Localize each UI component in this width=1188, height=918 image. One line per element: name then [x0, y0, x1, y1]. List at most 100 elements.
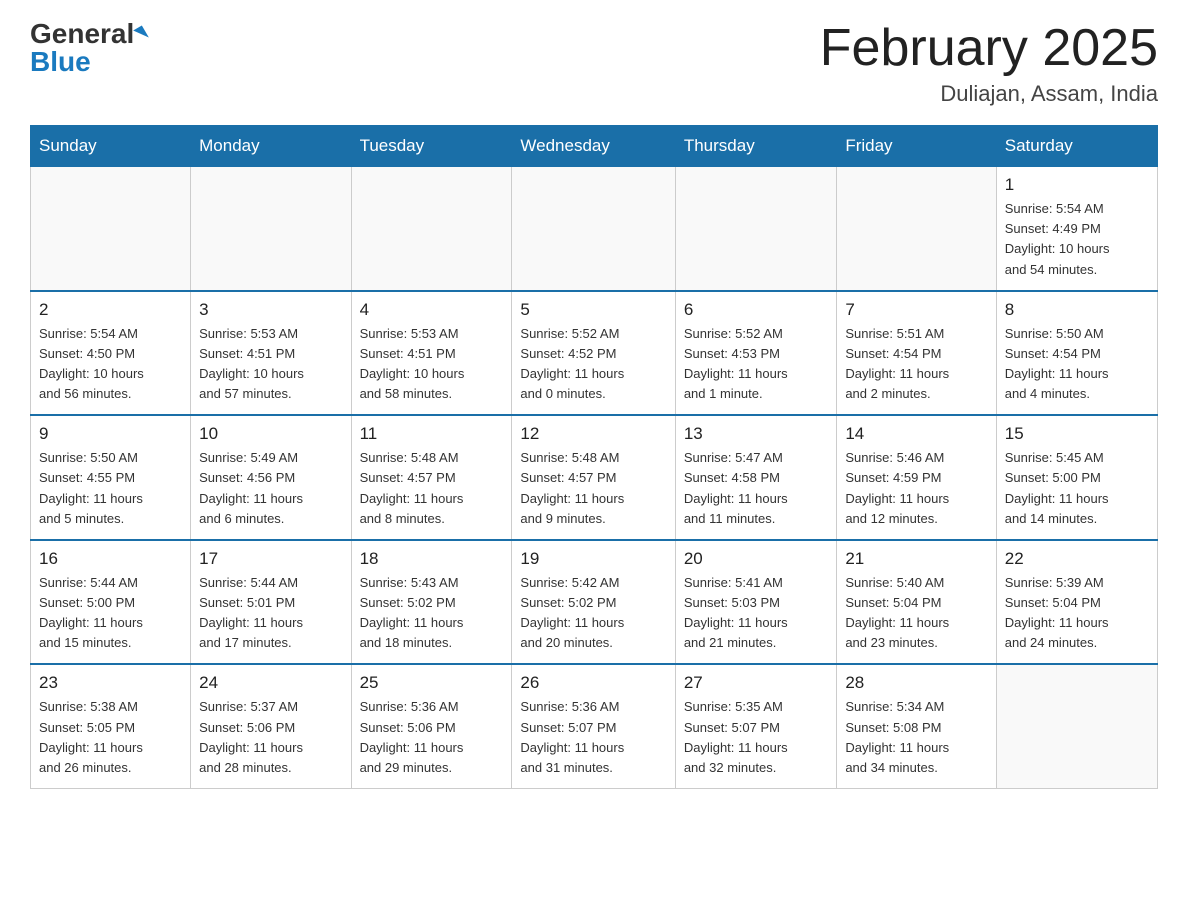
title-area: February 2025 Duliajan, Assam, India [820, 20, 1158, 107]
day-number: 4 [360, 300, 504, 320]
weekday-header-monday: Monday [191, 126, 351, 167]
day-number: 2 [39, 300, 182, 320]
calendar-cell: 23Sunrise: 5:38 AM Sunset: 5:05 PM Dayli… [31, 664, 191, 788]
day-info: Sunrise: 5:53 AM Sunset: 4:51 PM Dayligh… [360, 324, 504, 405]
calendar-week-5: 23Sunrise: 5:38 AM Sunset: 5:05 PM Dayli… [31, 664, 1158, 788]
day-info: Sunrise: 5:46 AM Sunset: 4:59 PM Dayligh… [845, 448, 987, 529]
day-info: Sunrise: 5:50 AM Sunset: 4:55 PM Dayligh… [39, 448, 182, 529]
day-info: Sunrise: 5:47 AM Sunset: 4:58 PM Dayligh… [684, 448, 829, 529]
calendar-cell: 25 Sunrise: 5:36 AM Sunset: 5:06 PM Dayli… [351, 664, 512, 788]
calendar-cell: 9 Sunrise: 5:50 AM Sunset: 4:55 PM Daylig… [31, 415, 191, 540]
day-info: Sunrise: 5:52 AM Sunset: 4:53 PM Dayligh… [684, 324, 829, 405]
day-number: 11 [360, 424, 504, 444]
logo-general: General [30, 20, 134, 48]
day-number: 16 [39, 549, 182, 569]
day-info: Sunrise: 5:37 AM Sunset: 5:06 PM Dayligh… [199, 697, 342, 778]
calendar-cell [191, 167, 351, 291]
calendar-cell: 14 Sunrise: 5:46 AM Sunset: 4:59 PM Dayli… [837, 415, 996, 540]
day-info: Sunrise: 5:41 AM Sunset: 5:03 PM Dayligh… [684, 573, 829, 654]
day-number: 14 [845, 424, 987, 444]
day-info: Sunrise: 5:35 AM Sunset: 5:07 PM Dayligh… [684, 697, 829, 778]
day-number: 28 [845, 673, 987, 693]
day-number: 19 [520, 549, 666, 569]
day-info: Sunrise: 5:45 AM Sunset: 5:00 PM Dayligh… [1005, 448, 1149, 529]
day-info: Sunrise: 5:38 AM Sunset: 5:05 PM Dayligh… [39, 697, 182, 778]
calendar-week-2: 2 Sunrise: 5:54 AM Sunset: 4:50 PM Daylig… [31, 291, 1158, 416]
day-info: Sunrise: 5:40 AM Sunset: 5:04 PM Dayligh… [845, 573, 987, 654]
calendar-cell: 26 Sunrise: 5:36 AM Sunset: 5:07 PM Dayli… [512, 664, 675, 788]
day-number: 7 [845, 300, 987, 320]
calendar-cell: 19 Sunrise: 5:42 AM Sunset: 5:02 PM Dayli… [512, 540, 675, 665]
day-number: 22 [1005, 549, 1149, 569]
calendar-header: SundayMondayTuesdayWednesdayThursdayFrid… [31, 126, 1158, 167]
day-info: Sunrise: 5:36 AM Sunset: 5:06 PM Dayligh… [360, 697, 504, 778]
day-info: Sunrise: 5:39 AM Sunset: 5:04 PM Dayligh… [1005, 573, 1149, 654]
calendar-week-3: 9 Sunrise: 5:50 AM Sunset: 4:55 PM Daylig… [31, 415, 1158, 540]
calendar-table: SundayMondayTuesdayWednesdayThursdayFrid… [30, 125, 1158, 789]
calendar-cell [512, 167, 675, 291]
logo: General Blue [30, 20, 146, 76]
day-number: 5 [520, 300, 666, 320]
calendar-cell: 6 Sunrise: 5:52 AM Sunset: 4:53 PM Daylig… [675, 291, 837, 416]
day-info: Sunrise: 5:54 AM Sunset: 4:50 PM Dayligh… [39, 324, 182, 405]
calendar-cell [837, 167, 996, 291]
day-number: 9 [39, 424, 182, 444]
calendar-cell: 15 Sunrise: 5:45 AM Sunset: 5:00 PM Dayli… [996, 415, 1157, 540]
day-number: 3 [199, 300, 342, 320]
weekday-header-friday: Friday [837, 126, 996, 167]
day-info: Sunrise: 5:54 AM Sunset: 4:49 PM Dayligh… [1005, 199, 1149, 280]
calendar-cell: 18Sunrise: 5:43 AM Sunset: 5:02 PM Dayli… [351, 540, 512, 665]
calendar-cell: 28 Sunrise: 5:34 AM Sunset: 5:08 PM Dayli… [837, 664, 996, 788]
calendar-cell: 13 Sunrise: 5:47 AM Sunset: 4:58 PM Dayli… [675, 415, 837, 540]
day-info: Sunrise: 5:49 AM Sunset: 4:56 PM Dayligh… [199, 448, 342, 529]
day-number: 8 [1005, 300, 1149, 320]
day-info: Sunrise: 5:42 AM Sunset: 5:02 PM Dayligh… [520, 573, 666, 654]
calendar-cell: 5 Sunrise: 5:52 AM Sunset: 4:52 PM Daylig… [512, 291, 675, 416]
logo-blue: Blue [30, 48, 91, 76]
weekday-header-row: SundayMondayTuesdayWednesdayThursdayFrid… [31, 126, 1158, 167]
day-info: Sunrise: 5:36 AM Sunset: 5:07 PM Dayligh… [520, 697, 666, 778]
day-number: 25 [360, 673, 504, 693]
calendar-cell: 4 Sunrise: 5:53 AM Sunset: 4:51 PM Daylig… [351, 291, 512, 416]
day-info: Sunrise: 5:34 AM Sunset: 5:08 PM Dayligh… [845, 697, 987, 778]
calendar-cell: 1 Sunrise: 5:54 AM Sunset: 4:49 PM Daylig… [996, 167, 1157, 291]
calendar-cell: 11 Sunrise: 5:48 AM Sunset: 4:57 PM Dayli… [351, 415, 512, 540]
weekday-header-wednesday: Wednesday [512, 126, 675, 167]
day-number: 27 [684, 673, 829, 693]
day-number: 15 [1005, 424, 1149, 444]
calendar-cell: 7Sunrise: 5:51 AM Sunset: 4:54 PM Daylig… [837, 291, 996, 416]
day-info: Sunrise: 5:53 AM Sunset: 4:51 PM Dayligh… [199, 324, 342, 405]
day-number: 26 [520, 673, 666, 693]
day-number: 10 [199, 424, 342, 444]
page-header: General Blue February 2025 Duliajan, Ass… [30, 20, 1158, 107]
day-info: Sunrise: 5:44 AM Sunset: 5:00 PM Dayligh… [39, 573, 182, 654]
calendar-cell: 3 Sunrise: 5:53 AM Sunset: 4:51 PM Daylig… [191, 291, 351, 416]
logo-arrow-icon [133, 25, 149, 42]
calendar-cell: 2 Sunrise: 5:54 AM Sunset: 4:50 PM Daylig… [31, 291, 191, 416]
calendar-body: 1 Sunrise: 5:54 AM Sunset: 4:49 PM Daylig… [31, 167, 1158, 789]
day-info: Sunrise: 5:43 AM Sunset: 5:02 PM Dayligh… [360, 573, 504, 654]
weekday-header-sunday: Sunday [31, 126, 191, 167]
calendar-cell: 22 Sunrise: 5:39 AM Sunset: 5:04 PM Dayli… [996, 540, 1157, 665]
weekday-header-tuesday: Tuesday [351, 126, 512, 167]
day-number: 6 [684, 300, 829, 320]
day-number: 24 [199, 673, 342, 693]
day-number: 1 [1005, 175, 1149, 195]
month-title: February 2025 [820, 20, 1158, 77]
calendar-cell [996, 664, 1157, 788]
day-info: Sunrise: 5:52 AM Sunset: 4:52 PM Dayligh… [520, 324, 666, 405]
calendar-cell [351, 167, 512, 291]
calendar-week-1: 1 Sunrise: 5:54 AM Sunset: 4:49 PM Daylig… [31, 167, 1158, 291]
day-number: 13 [684, 424, 829, 444]
day-info: Sunrise: 5:48 AM Sunset: 4:57 PM Dayligh… [360, 448, 504, 529]
weekday-header-thursday: Thursday [675, 126, 837, 167]
calendar-cell: 16 Sunrise: 5:44 AM Sunset: 5:00 PM Dayli… [31, 540, 191, 665]
calendar-cell [675, 167, 837, 291]
location-title: Duliajan, Assam, India [820, 81, 1158, 107]
calendar-cell: 17Sunrise: 5:44 AM Sunset: 5:01 PM Dayli… [191, 540, 351, 665]
calendar-cell: 24 Sunrise: 5:37 AM Sunset: 5:06 PM Dayli… [191, 664, 351, 788]
weekday-header-saturday: Saturday [996, 126, 1157, 167]
calendar-cell [31, 167, 191, 291]
calendar-week-4: 16 Sunrise: 5:44 AM Sunset: 5:00 PM Dayli… [31, 540, 1158, 665]
calendar-cell: 27 Sunrise: 5:35 AM Sunset: 5:07 PM Dayli… [675, 664, 837, 788]
